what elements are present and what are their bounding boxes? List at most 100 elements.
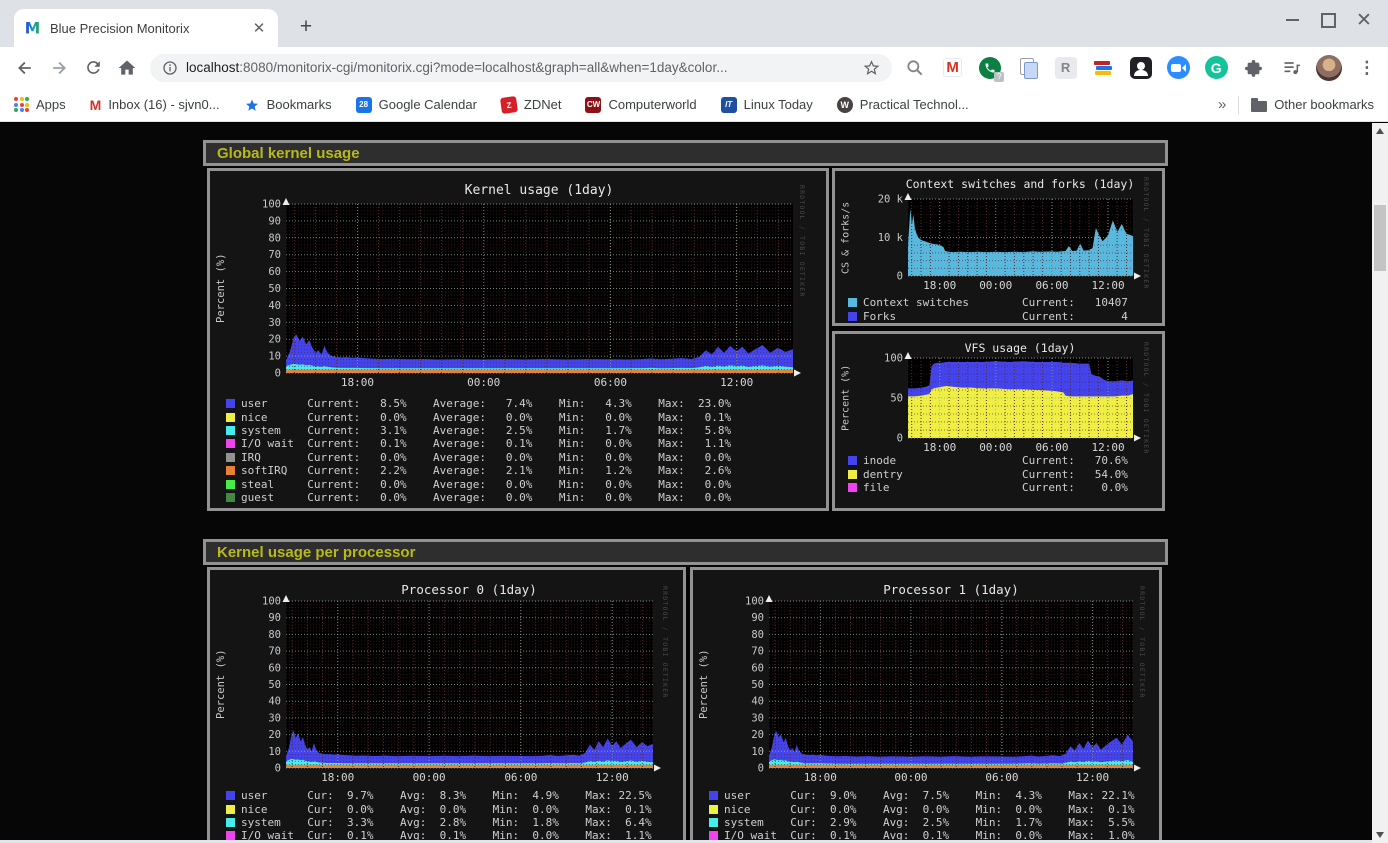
svg-text:70: 70 xyxy=(268,249,281,261)
legend-text: I/O wait Current: 0.1% Average: 0.1% Min… xyxy=(241,437,731,450)
bookmark-label: Computerworld xyxy=(608,97,696,112)
close-button[interactable]: ✕ xyxy=(1346,2,1382,38)
profile-avatar[interactable] xyxy=(1316,55,1342,81)
scrollbar-down-arrow[interactable] xyxy=(1372,827,1388,843)
legend-row: system Current: 3.1% Average: 2.5% Min: … xyxy=(226,424,731,437)
search-extension-icon[interactable] xyxy=(902,55,928,81)
legend-swatch xyxy=(848,483,857,492)
bookmark-computerworld[interactable]: CW Computerworld xyxy=(585,97,696,113)
svg-text:70: 70 xyxy=(268,646,281,658)
svg-text:10: 10 xyxy=(751,746,764,758)
minimize-button[interactable] xyxy=(1274,2,1310,38)
legend-text: file Current: 0.0% xyxy=(863,481,1128,494)
tab-close-icon[interactable]: ✕ xyxy=(250,19,268,37)
playlist-extension-icon[interactable] xyxy=(1279,55,1305,81)
svg-text:18:00: 18:00 xyxy=(321,771,354,784)
legend-swatch xyxy=(709,831,718,840)
bookmark-label: Apps xyxy=(36,97,66,112)
bookmark-inbox[interactable]: M Inbox (16) - sjvn0... xyxy=(90,97,220,113)
page-info-icon[interactable] xyxy=(162,60,178,76)
section-header-global-kernel: Global kernel usage xyxy=(203,140,1168,166)
zdnet-icon: Z xyxy=(500,95,518,113)
chart-title: VFS usage (1day) xyxy=(965,341,1076,355)
chart-legend: inode Current: 70.6%dentry Current: 54.0… xyxy=(848,454,1128,494)
legend-row: steal Current: 0.0% Average: 0.0% Min: 0… xyxy=(226,477,731,490)
bookmark-label: Google Calendar xyxy=(379,97,477,112)
new-tab-button[interactable]: + xyxy=(292,13,320,41)
chart-legend: user Current: 8.5% Average: 7.4% Min: 4.… xyxy=(226,397,731,504)
legend-swatch xyxy=(226,399,235,408)
legend-row: IRQ Current: 0.0% Average: 0.0% Min: 0.0… xyxy=(226,451,731,464)
browser-window: M Blue Precision Monitorix ✕ + ✕ xyxy=(0,0,1388,843)
extension-icons: M ? R G xyxy=(902,55,1380,81)
svg-text:00:00: 00:00 xyxy=(979,279,1012,292)
keeper-extension-icon[interactable] xyxy=(1128,55,1154,81)
bookmark-other-bookmarks[interactable]: Other bookmarks xyxy=(1251,97,1374,112)
tab-strip: M Blue Precision Monitorix ✕ + ✕ xyxy=(0,0,1388,47)
home-button[interactable] xyxy=(110,51,144,85)
forward-button[interactable] xyxy=(42,51,76,85)
url-text[interactable]: localhost:8080/monitorix-cgi/monitorix.c… xyxy=(186,60,863,75)
legend-row: file Current: 0.0% xyxy=(848,481,1128,494)
rrdtool-watermark: RRDTOOL / TOBI OETIKER xyxy=(1142,177,1150,290)
gmail-icon: M xyxy=(90,97,102,113)
window-controls: ✕ xyxy=(1274,2,1382,38)
chart-ylabel: Percent (%) xyxy=(697,601,711,768)
chart-ylabel: Percent (%) xyxy=(214,601,228,768)
svg-text:06:00: 06:00 xyxy=(985,771,1018,784)
copy-pages-extension-icon[interactable] xyxy=(1015,55,1041,81)
bookmark-linux-today[interactable]: lT Linux Today xyxy=(721,97,813,113)
svg-text:20: 20 xyxy=(268,729,281,741)
bookmark-apps[interactable]: Apps xyxy=(14,97,66,112)
menu-icon[interactable]: ⋮ xyxy=(1354,55,1380,81)
browser-tab[interactable]: M Blue Precision Monitorix ✕ xyxy=(14,9,278,47)
svg-text:60: 60 xyxy=(268,662,281,674)
address-bar[interactable]: localhost:8080/monitorix-cgi/monitorix.c… xyxy=(150,54,892,82)
zoom-extension-icon[interactable] xyxy=(1166,55,1192,81)
chart-legend: user Cur: 9.7% Avg: 8.3% Min: 4.9% Max: … xyxy=(226,789,652,843)
reload-button[interactable] xyxy=(76,51,110,85)
rrdtool-watermark: RRDTOOL / TOBI OETIKER xyxy=(661,586,669,699)
svg-text:18:00: 18:00 xyxy=(341,376,374,389)
back-button[interactable] xyxy=(8,51,42,85)
gmail-extension-icon[interactable]: M xyxy=(940,55,966,81)
bookmarks-overflow-chevron[interactable]: » xyxy=(1218,96,1226,113)
svg-text:30: 30 xyxy=(268,317,281,329)
section-header-kernel-per-processor: Kernel usage per processor xyxy=(203,539,1168,565)
linux-today-icon: lT xyxy=(721,97,737,113)
scrollbar-up-arrow[interactable] xyxy=(1372,123,1388,139)
legend-text: system Cur: 3.3% Avg: 2.8% Min: 1.8% Max… xyxy=(241,816,652,829)
bookmark-bookmarks[interactable]: Bookmarks xyxy=(244,97,332,113)
legend-text: system Current: 3.1% Average: 2.5% Min: … xyxy=(241,424,731,437)
books-extension-icon[interactable] xyxy=(1090,55,1116,81)
bookmark-google-calendar[interactable]: 28 Google Calendar xyxy=(356,97,477,113)
extensions-puzzle-icon[interactable] xyxy=(1241,55,1267,81)
scrollbar-thumb[interactable] xyxy=(1374,205,1386,271)
bookmark-practical-technology[interactable]: W Practical Technol... xyxy=(837,97,969,113)
svg-text:20: 20 xyxy=(268,334,281,346)
svg-text:06:00: 06:00 xyxy=(1035,279,1068,292)
chart-panel-kernel-usage: 010203040506070809010018:0000:0006:0012:… xyxy=(207,168,829,511)
svg-text:100: 100 xyxy=(262,596,281,608)
voice-extension-icon[interactable]: ? xyxy=(977,55,1003,81)
legend-swatch xyxy=(848,298,857,307)
svg-text:80: 80 xyxy=(751,629,764,641)
legend-swatch xyxy=(226,791,235,800)
r-extension-icon[interactable]: R xyxy=(1053,55,1079,81)
svg-text:50: 50 xyxy=(268,283,281,295)
legend-swatch xyxy=(226,426,235,435)
legend-swatch xyxy=(226,831,235,840)
legend-text: inode Current: 70.6% xyxy=(863,454,1128,467)
grammarly-extension-icon[interactable]: G xyxy=(1203,55,1229,81)
legend-swatch xyxy=(848,470,857,479)
maximize-button[interactable] xyxy=(1310,2,1346,38)
bookmark-zdnet[interactable]: Z ZDNet xyxy=(501,97,562,113)
rrdtool-watermark: RRDTOOL / TOBI OETIKER xyxy=(1138,586,1146,699)
chart-legend: user Cur: 9.0% Avg: 7.5% Min: 4.3% Max: … xyxy=(709,789,1135,843)
rrdtool-watermark: RRDTOOL / TOBI OETIKER xyxy=(1142,342,1150,455)
svg-text:50: 50 xyxy=(268,679,281,691)
bookmark-star-icon[interactable] xyxy=(863,59,880,76)
section-title: Global kernel usage xyxy=(217,145,360,162)
svg-text:90: 90 xyxy=(268,612,281,624)
page-scrollbar[interactable] xyxy=(1372,123,1388,843)
